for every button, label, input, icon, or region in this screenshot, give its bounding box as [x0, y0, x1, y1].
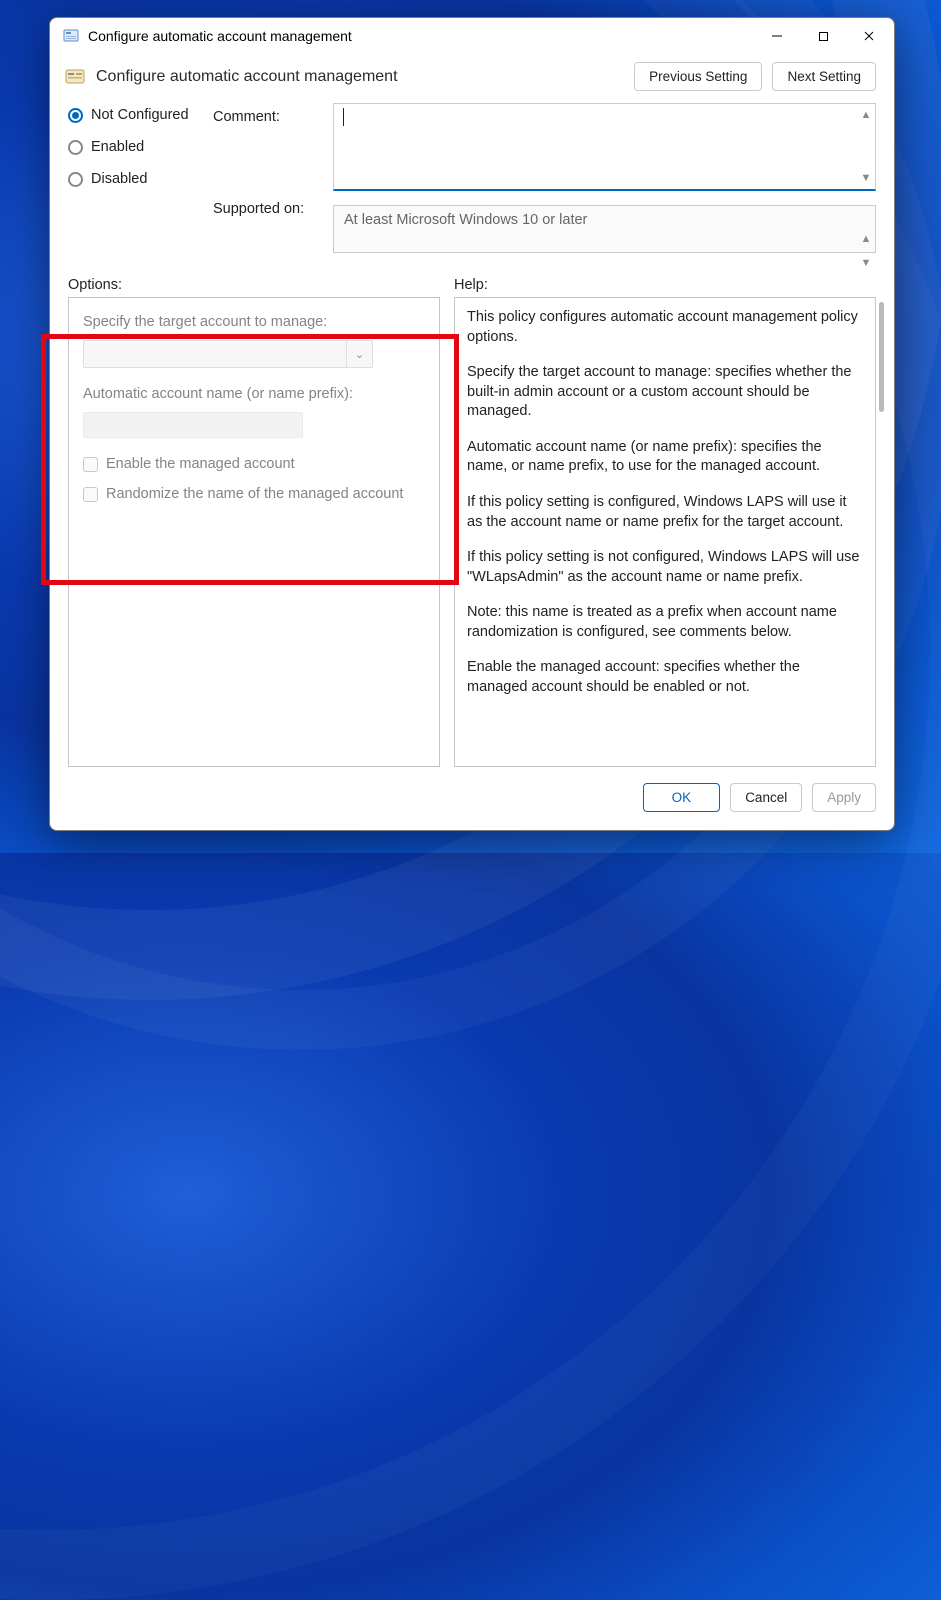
radio-icon	[68, 140, 83, 155]
radio-icon	[68, 172, 83, 187]
account-name-input[interactable]	[83, 412, 303, 438]
window-title: Configure automatic account management	[88, 28, 754, 44]
options-header: Options:	[68, 277, 454, 293]
radio-not-configured[interactable]: Not Configured	[68, 107, 213, 123]
help-paragraph: Automatic account name (or name prefix):…	[467, 438, 863, 477]
field-labels: Comment: Supported on:	[213, 103, 333, 217]
help-header: Help:	[454, 277, 488, 293]
policy-icon	[62, 27, 80, 45]
next-setting-button[interactable]: Next Setting	[772, 62, 876, 91]
cancel-button[interactable]: Cancel	[730, 783, 802, 812]
help-text: This policy configures automatic account…	[455, 298, 875, 766]
help-paragraph: This policy configures automatic account…	[467, 308, 863, 347]
checkbox-icon	[83, 457, 98, 472]
scroll-down-icon[interactable]: ▼	[859, 171, 873, 185]
chevron-down-icon: ⌄	[346, 341, 372, 367]
scroll-up-icon[interactable]: ▲	[859, 232, 873, 246]
state-column: Not Configured Enabled Disabled	[68, 103, 213, 203]
checkbox-icon	[83, 487, 98, 502]
radio-label: Not Configured	[91, 107, 189, 123]
account-name-label: Automatic account name (or name prefix):	[83, 386, 425, 402]
previous-setting-button[interactable]: Previous Setting	[634, 62, 762, 91]
scroll-down-icon[interactable]: ▼	[859, 256, 873, 270]
scroll-up-icon[interactable]: ▲	[859, 108, 873, 122]
comment-label: Comment:	[213, 109, 333, 201]
enable-managed-account-checkbox[interactable]: Enable the managed account	[83, 456, 425, 472]
scrollbar[interactable]: ▲ ▼	[859, 228, 873, 274]
help-paragraph: If this policy setting is configured, Wi…	[467, 493, 863, 532]
target-account-dropdown[interactable]: ⌄	[83, 340, 373, 368]
supported-label: Supported on:	[213, 201, 333, 217]
nav-buttons: Previous Setting Next Setting	[634, 62, 876, 91]
config-row: Not Configured Enabled Disabled Comment:…	[50, 101, 894, 253]
radio-label: Disabled	[91, 171, 147, 187]
ok-button[interactable]: OK	[643, 783, 721, 812]
checkbox-label: Enable the managed account	[106, 456, 295, 472]
close-button[interactable]	[846, 20, 892, 52]
supported-on-field: At least Microsoft Windows 10 or later ▲…	[333, 205, 876, 253]
minimize-button[interactable]	[754, 20, 800, 52]
dialog-footer: OK Cancel Apply	[50, 767, 894, 830]
help-paragraph: Specify the target account to manage: sp…	[467, 363, 863, 422]
policy-title: Configure automatic account management	[96, 68, 624, 86]
target-account-label: Specify the target account to manage:	[83, 314, 425, 330]
titlebar: Configure automatic account management	[50, 18, 894, 54]
field-values: ▲ ▼ At least Microsoft Windows 10 or lat…	[333, 103, 876, 253]
help-paragraph: Note: this name is treated as a prefix w…	[467, 603, 863, 642]
checkbox-label: Randomize the name of the managed accoun…	[106, 486, 403, 502]
supported-on-text: At least Microsoft Windows 10 or later	[344, 212, 587, 228]
dialog-window: Configure automatic account management C…	[49, 17, 895, 831]
options-panel: Specify the target account to manage: ⌄ …	[68, 297, 440, 767]
help-scrollbar[interactable]	[879, 302, 885, 686]
panels-row: Specify the target account to manage: ⌄ …	[50, 297, 894, 767]
panel-headers: Options: Help:	[50, 253, 894, 297]
comment-input[interactable]: ▲ ▼	[333, 103, 876, 191]
randomize-name-checkbox[interactable]: Randomize the name of the managed accoun…	[83, 486, 425, 502]
help-panel: This policy configures automatic account…	[454, 297, 876, 767]
radio-label: Enabled	[91, 139, 144, 155]
help-paragraph: Enable the managed account: specifies wh…	[467, 658, 863, 697]
policy-editor-icon	[64, 66, 86, 88]
radio-disabled[interactable]: Disabled	[68, 171, 213, 187]
apply-button[interactable]: Apply	[812, 783, 876, 812]
help-paragraph: If this policy setting is not configured…	[467, 548, 863, 587]
radio-icon	[68, 108, 83, 123]
radio-enabled[interactable]: Enabled	[68, 139, 213, 155]
maximize-button[interactable]	[800, 20, 846, 52]
subheader: Configure automatic account management P…	[50, 54, 894, 101]
scrollbar[interactable]: ▲ ▼	[859, 104, 873, 189]
